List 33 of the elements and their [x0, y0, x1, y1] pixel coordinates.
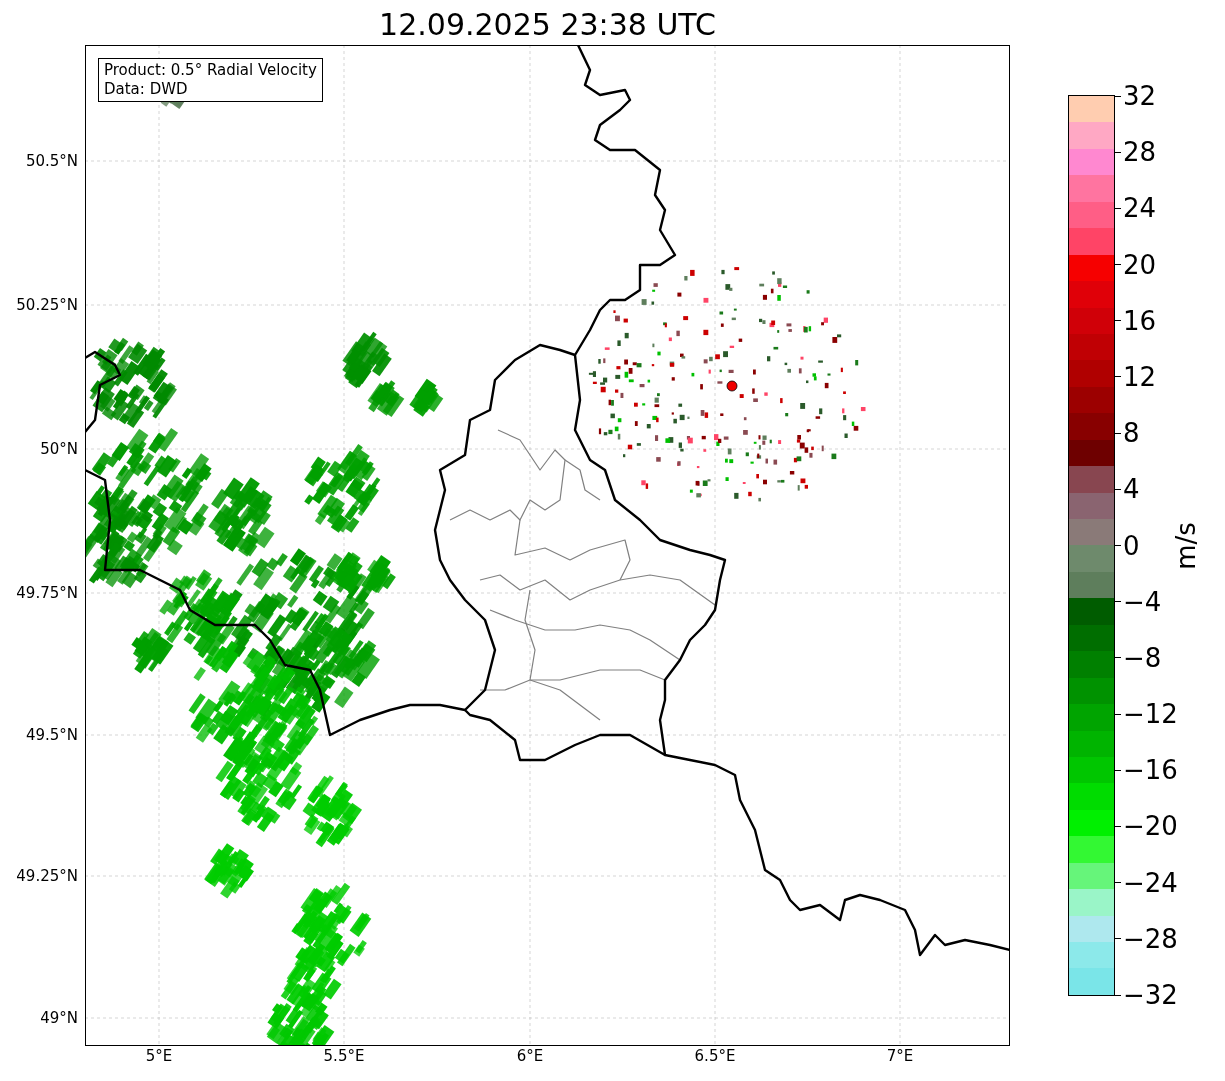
longitude-label: 6.5°E [694, 1047, 736, 1065]
tick-label: −12 [1123, 699, 1178, 730]
longitude-label: 5°E [145, 1047, 173, 1065]
tick-label: −28 [1123, 923, 1178, 954]
tick-label: −8 [1123, 642, 1162, 673]
latitude-label: 49°N [40, 1009, 78, 1027]
latitude-label: 50.5°N [25, 152, 78, 170]
longitude-label: 6°E [516, 1047, 544, 1065]
latitude-label: 49.75°N [16, 584, 78, 602]
axis-label: m/s [1171, 522, 1201, 570]
tick-label: 24 [1123, 193, 1157, 224]
tick-label: −4 [1123, 586, 1162, 617]
tick-label: −24 [1123, 867, 1178, 898]
tick-label: 4 [1123, 474, 1140, 505]
latitude-label: 49.25°N [16, 867, 78, 885]
tick-label: 8 [1123, 418, 1140, 449]
longitude-label: 5.5°E [323, 1047, 365, 1065]
tick-label: 20 [1123, 249, 1157, 280]
tick-label: −32 [1123, 980, 1178, 1010]
legend-text: Data: DWD [104, 80, 189, 99]
latitude-label: 49.5°N [25, 726, 78, 744]
tick-label: 16 [1123, 305, 1157, 336]
tick-label: −16 [1123, 755, 1178, 786]
longitude-label: 7°E [886, 1047, 914, 1065]
legend-text: Product: 0.5° Radial Velocity [104, 61, 317, 80]
tick-label: 28 [1123, 137, 1157, 168]
tick-label: 32 [1123, 81, 1157, 111]
latitude-label: 50°N [40, 440, 78, 458]
tick-label: 0 [1123, 530, 1140, 561]
tick-label: 12 [1123, 361, 1157, 392]
latitude-label: 50.25°N [16, 296, 78, 314]
chart-title: 12.09.2025 23:38 UTC [378, 6, 717, 44]
tick-label: −20 [1123, 811, 1178, 842]
